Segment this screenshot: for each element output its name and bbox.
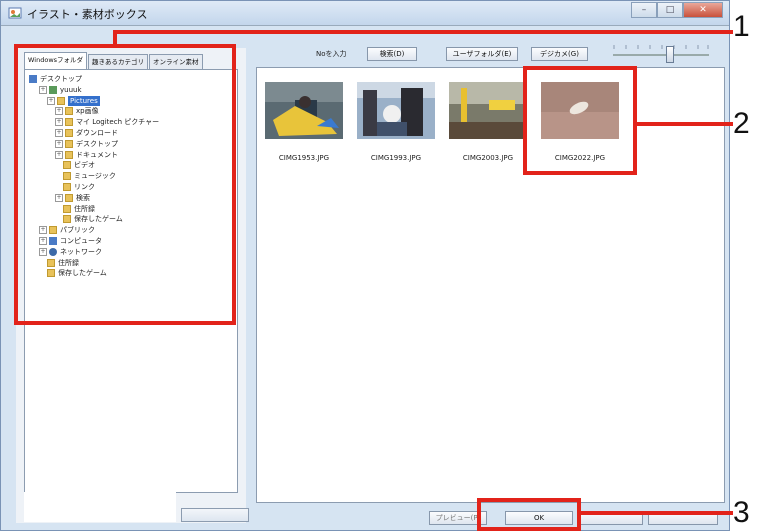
thumbnail-pane[interactable]: CIMG1953.JPG CIMG1993.JPG CIMG2003.JPG C… xyxy=(256,67,725,503)
callout-number-1: 1 xyxy=(733,10,750,43)
zoom-slider-ticks xyxy=(613,45,709,49)
callout-line-1b xyxy=(113,30,733,34)
window-controls: – □ ✕ xyxy=(631,2,723,18)
digicam-button[interactable]: デジカメ(G) xyxy=(531,47,588,61)
bottom-white-field xyxy=(24,492,176,522)
search-button[interactable]: 検索(D) xyxy=(367,47,417,61)
app-icon xyxy=(8,7,22,19)
thumbnail-image-1[interactable] xyxy=(265,82,343,139)
callout-box-1 xyxy=(14,44,236,325)
callout-line-3 xyxy=(580,511,733,515)
number-input-label: Noを入力 xyxy=(316,50,347,58)
zoom-slider-handle[interactable] xyxy=(666,46,674,63)
close-button[interactable]: ✕ xyxy=(683,2,723,18)
thumbnail-label-2: CIMG1993.JPG xyxy=(370,154,422,162)
callout-number-2: 2 xyxy=(733,107,750,140)
callout-box-2 xyxy=(523,66,637,175)
user-folder-button[interactable]: ユーザフォルダ(E) xyxy=(446,47,518,61)
callout-line-2 xyxy=(636,122,733,126)
thumbnail-image-3[interactable] xyxy=(449,82,527,139)
thumbnail-image-2[interactable] xyxy=(357,82,435,139)
minimize-button[interactable]: – xyxy=(631,2,657,18)
left-panel-button[interactable] xyxy=(181,508,249,522)
callout-number-3: 3 xyxy=(733,496,750,529)
maximize-button[interactable]: □ xyxy=(657,2,683,18)
callout-box-3 xyxy=(477,498,581,531)
thumbnail-label-1: CIMG1953.JPG xyxy=(278,154,330,162)
zoom-slider-track[interactable] xyxy=(613,54,709,56)
thumbnail-label-3: CIMG2003.JPG xyxy=(462,154,514,162)
title-bar[interactable]: イラスト・素材ボックス – □ ✕ xyxy=(1,1,729,26)
window-title: イラスト・素材ボックス xyxy=(27,8,148,21)
